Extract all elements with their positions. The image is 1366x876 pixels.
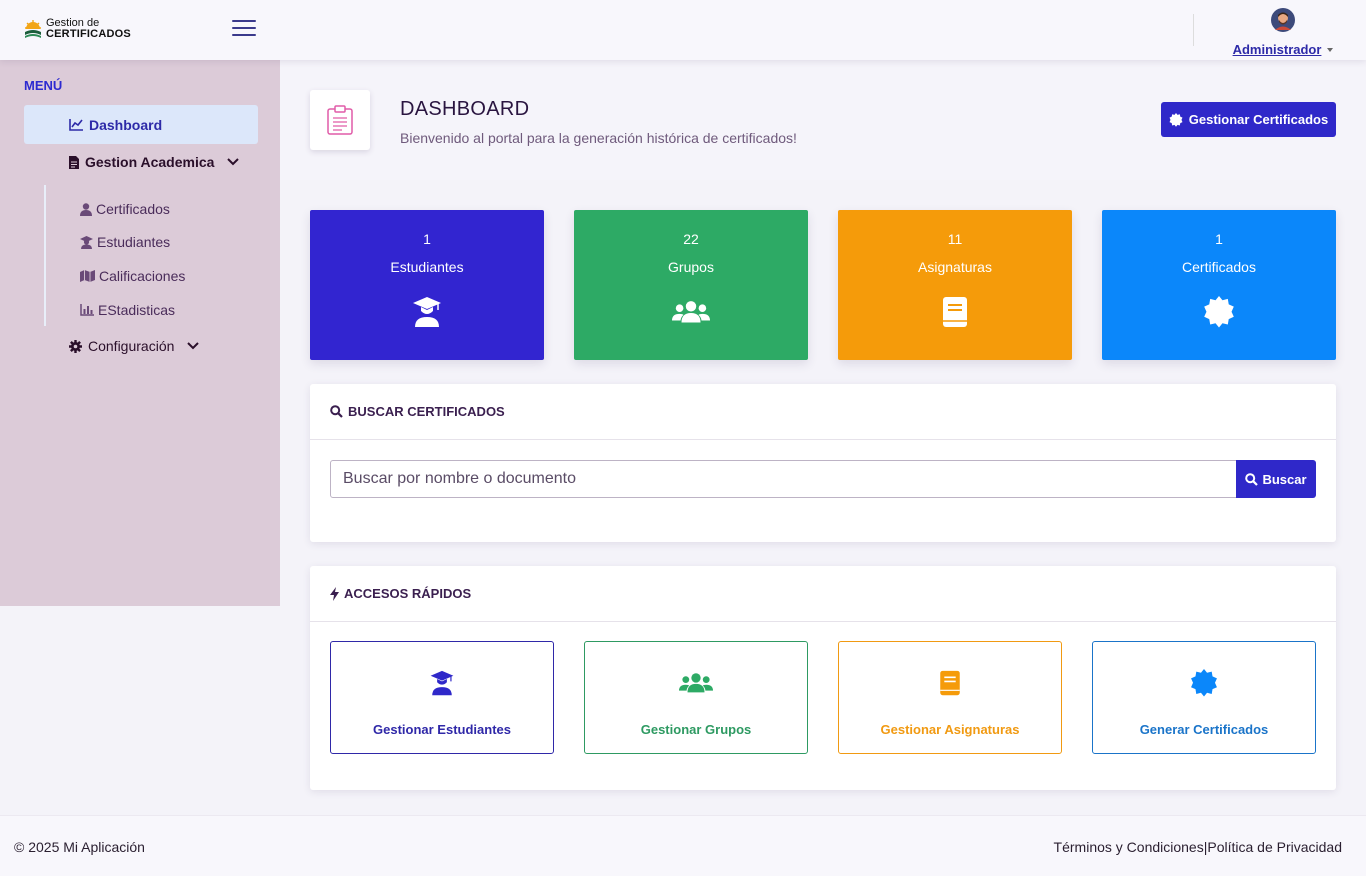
panel-title: ACCESOS RÁPIDOS (344, 586, 472, 601)
stat-value: 1 (1215, 231, 1223, 247)
quick-access-header: ACCESOS RÁPIDOS (310, 566, 1336, 622)
quick-generate-certificates-button[interactable]: Generar Certificados (1092, 641, 1316, 754)
logo-icon (25, 20, 41, 38)
graduate-icon (80, 235, 93, 249)
clipboard-icon (310, 90, 370, 150)
brand-line2: CERTIFICADOS (46, 28, 131, 40)
stat-value: 22 (683, 231, 699, 247)
stat-label: Certificados (1182, 259, 1256, 275)
stat-value: 11 (947, 231, 963, 247)
button-label: Gestionar Certificados (1188, 112, 1329, 127)
search-panel-header: BUSCAR CERTIFICADOS (310, 384, 1336, 440)
graduate-icon (430, 670, 454, 696)
graduate-icon (413, 297, 441, 327)
chart-line-icon (69, 119, 83, 131)
chevron-down-icon[interactable] (1327, 47, 1334, 52)
search-panel: BUSCAR CERTIFICADOS Buscar (310, 384, 1336, 542)
sidebar-item-gestion-academica[interactable]: Gestion Academica (69, 154, 240, 170)
certificate-icon (1169, 112, 1183, 127)
quick-manage-students-button[interactable]: Gestionar Estudiantes (330, 641, 554, 754)
stat-card-grupos[interactable]: 22 Grupos (574, 210, 808, 360)
search-button[interactable]: Buscar (1236, 460, 1316, 498)
quick-manage-groups-button[interactable]: Gestionar Grupos (584, 641, 808, 754)
page-title: DASHBOARD (400, 98, 530, 120)
quick-label: Gestionar Asignaturas (880, 722, 1020, 737)
stat-value: 1 (423, 231, 431, 247)
quick-access-panel: ACCESOS RÁPIDOS Gestionar Estudiantes Ge… (310, 566, 1336, 790)
sidebar-item-certificados[interactable]: Certificados (80, 201, 170, 217)
stat-card-certificados[interactable]: 1 Certificados (1102, 210, 1336, 360)
user-name-link[interactable]: Administrador (1233, 42, 1322, 57)
button-label: Buscar (1262, 471, 1307, 487)
sidebar-item-label: Configuración (88, 338, 175, 354)
footer-links: Términos y Condiciones | Política de Pri… (1054, 839, 1342, 855)
sidebar-item-estadisticas[interactable]: EStadisticas (80, 302, 175, 318)
sidebar-item-label: Dashboard (89, 116, 163, 133)
bar-chart-icon (80, 304, 94, 316)
sidebar: MENÚ Dashboard Gestion Academica Certifi… (0, 60, 280, 606)
menu-toggle-icon[interactable] (232, 20, 256, 36)
gear-icon (69, 339, 82, 353)
search-icon (330, 405, 343, 418)
stat-label: Grupos (668, 259, 714, 275)
certificate-icon (1191, 669, 1217, 697)
avatar (1271, 8, 1295, 32)
search-input[interactable] (330, 460, 1237, 498)
sidebar-item-configuracion[interactable]: Configuración (69, 338, 200, 354)
chevron-down-icon[interactable] (186, 341, 200, 351)
quick-label: Gestionar Estudiantes (373, 722, 511, 737)
stat-label: Estudiantes (390, 259, 464, 275)
sidebar-item-label: Gestion Academica (85, 154, 215, 170)
file-icon (69, 155, 79, 169)
search-icon (1245, 472, 1259, 486)
chevron-down-icon[interactable] (226, 157, 240, 167)
footer: © 2025 Mi Aplicación Términos y Condicio… (0, 815, 1366, 876)
menu-title: MENÚ (24, 78, 63, 93)
book-icon (943, 297, 967, 327)
manage-certificates-button[interactable]: Gestionar Certificados (1161, 102, 1336, 137)
quick-label: Gestionar Grupos (640, 722, 752, 737)
header-divider (1193, 14, 1194, 46)
stat-card-asignaturas[interactable]: 11 Asignaturas (838, 210, 1072, 360)
map-icon (80, 270, 95, 282)
bolt-icon (330, 586, 339, 601)
submenu-line (44, 185, 46, 326)
certificate-icon (1204, 296, 1234, 328)
page-header: DASHBOARD Bienvenido al portal para la g… (280, 60, 1366, 180)
stat-label: Asignaturas (918, 259, 992, 275)
copyright: © 2025 Mi Aplicación (14, 839, 145, 855)
quick-label: Generar Certificados (1139, 722, 1269, 737)
user-icon (80, 202, 92, 216)
users-icon (679, 673, 713, 693)
book-icon (940, 670, 960, 696)
panel-title: BUSCAR CERTIFICADOS (348, 404, 505, 419)
sidebar-item-estudiantes[interactable]: Estudiantes (80, 234, 170, 250)
users-icon (672, 301, 710, 323)
terms-link[interactable]: Términos y Condiciones (1054, 839, 1204, 855)
user-menu[interactable]: Administrador (1228, 8, 1338, 59)
top-bar: Gestion de CERTIFICADOS Administrador (0, 0, 1366, 60)
privacy-link[interactable]: Política de Privacidad (1207, 839, 1342, 855)
page-subtitle: Bienvenido al portal para la generación … (400, 130, 797, 146)
sidebar-item-dashboard[interactable]: Dashboard (24, 105, 258, 144)
brand-logo[interactable]: Gestion de CERTIFICADOS (24, 18, 131, 40)
quick-manage-subjects-button[interactable]: Gestionar Asignaturas (838, 641, 1062, 754)
stat-card-estudiantes[interactable]: 1 Estudiantes (310, 210, 544, 360)
sidebar-item-calificaciones[interactable]: Calificaciones (80, 268, 185, 284)
